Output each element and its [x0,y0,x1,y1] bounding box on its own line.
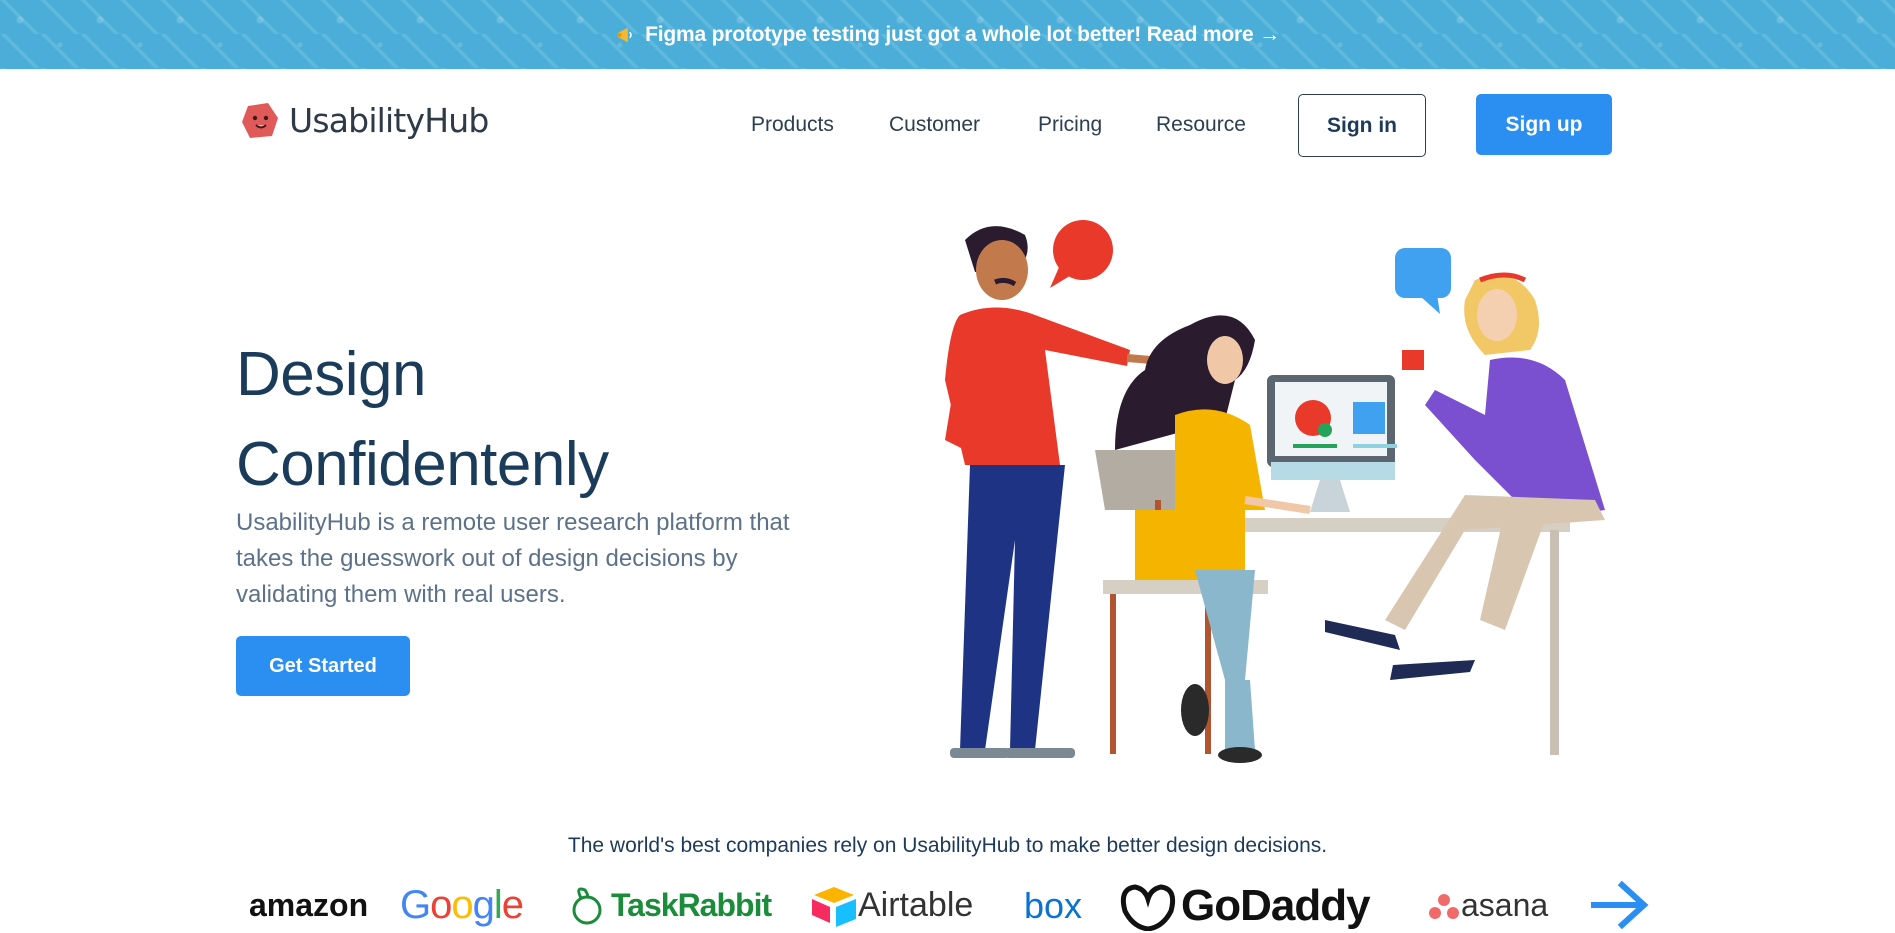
hero-title-line1: Design [236,340,427,409]
godaddy-icon [1120,883,1176,931]
company-logos: amazon Google TaskRabbit Airtable box Go… [245,878,1655,933]
usabilityhub-logo-icon [242,103,278,138]
asana-logo: asana [1427,878,1548,933]
banner-text[interactable]: Figma prototype testing just got a whole… [645,23,1280,47]
announcement-banner[interactable]: Figma prototype testing just got a whole… [0,0,1895,69]
amazon-logo: amazon [249,887,369,923]
asana-icon [1429,893,1459,919]
arrow-right-icon[interactable] [1590,880,1650,930]
godaddy-logo: GoDaddy [1115,878,1371,933]
red-speech-bubble-icon [1050,220,1113,288]
nav-products[interactable]: Products [751,113,834,137]
rabbit-icon [572,887,602,924]
google-logo: Google [400,883,524,927]
hero-description: UsabilityHub is a remote user research p… [236,509,790,608]
nav-resource[interactable]: Resource [1156,113,1246,137]
hero-illustration [945,220,1605,763]
sign-in-button[interactable]: Sign in [1298,94,1426,157]
airtable-icon [812,886,856,927]
brand-logo[interactable]: UsabilityHub [240,100,489,140]
hero-title: Design Confidentenly [236,330,609,510]
megaphone-icon [617,27,632,42]
box-logo: box [1024,884,1083,926]
companies-tagline: The world's best companies rely on Usabi… [567,834,1328,857]
taskrabbit-logo: TaskRabbit [565,878,772,933]
sign-up-button[interactable]: Sign up [1476,94,1612,155]
hero-title-line2: Confidentenly [236,430,609,499]
nav-pricing[interactable]: Pricing [1038,113,1102,137]
nav-customer[interactable]: Customer [889,113,980,137]
logo-text: UsabilityHub [289,100,489,140]
get-started-button[interactable]: Get Started [236,636,410,696]
airtable-logo: Airtable [810,878,973,933]
site-header: UsabilityHub Products Customer Pricing R… [0,69,1895,181]
blue-speech-bubble-icon [1395,248,1451,314]
